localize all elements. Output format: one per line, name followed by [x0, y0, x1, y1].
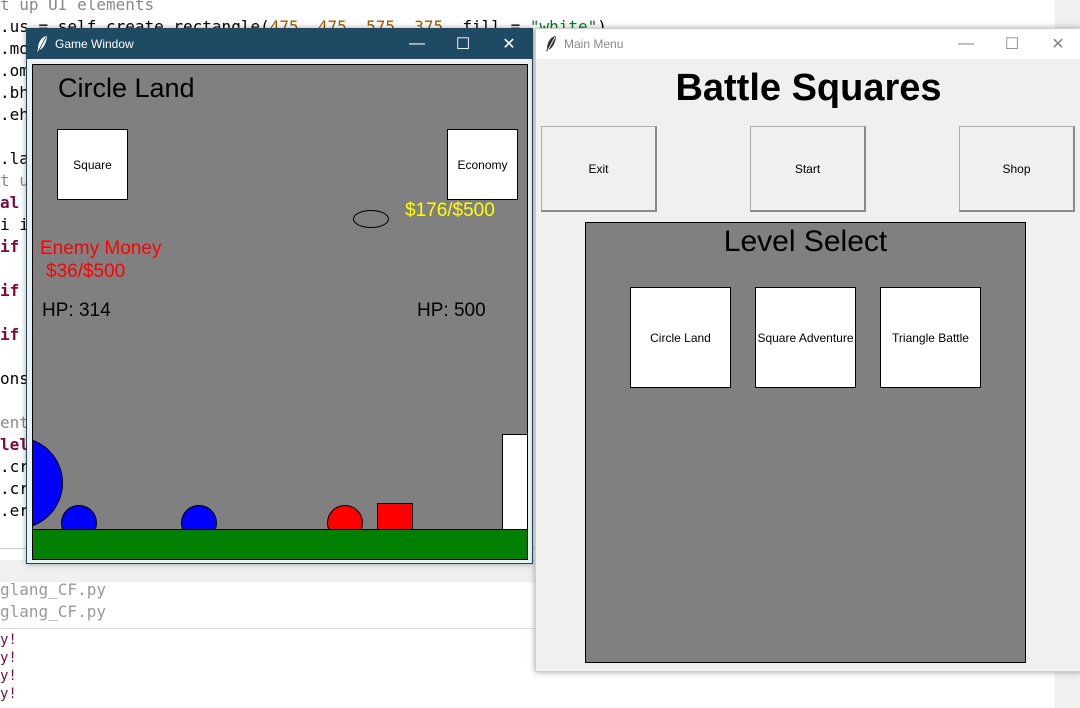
enemy-hp: HP: 314: [42, 300, 111, 321]
level-square-adventure-button[interactable]: Square Adventure: [755, 287, 856, 388]
exit-button[interactable]: Exit: [541, 126, 657, 212]
title-bar[interactable]: Main Menu — ☐ ✕: [536, 29, 1080, 59]
square-button[interactable]: Square: [57, 129, 128, 200]
code-line: .bh: [0, 83, 29, 102]
ground: [33, 529, 527, 559]
close-icon[interactable]: ✕: [486, 29, 532, 59]
shell-line: glang_CF.py: [0, 580, 106, 599]
code-line: if: [0, 325, 20, 344]
code-line: .om: [0, 61, 29, 80]
feather-icon: [546, 36, 556, 52]
maximize-icon[interactable]: ☐: [989, 29, 1035, 59]
shop-button[interactable]: Shop: [959, 126, 1075, 212]
window-title: Game Window: [55, 37, 134, 51]
code-line: if: [0, 281, 20, 300]
code-line: .er: [0, 501, 29, 520]
code-line: t u: [0, 171, 29, 190]
code-line: .la: [0, 149, 29, 168]
player-money: $176/$500: [405, 200, 495, 221]
economy-button[interactable]: Economy: [447, 129, 518, 200]
minimize-icon[interactable]: —: [943, 29, 989, 59]
feather-icon: [37, 36, 47, 52]
shell-output: y!: [0, 632, 17, 648]
code-line: if: [0, 237, 20, 256]
game-heading: Battle Squares: [675, 67, 942, 109]
shell-output: y!: [0, 686, 17, 702]
start-button[interactable]: Start: [750, 126, 866, 212]
code-line: lel: [0, 435, 29, 454]
code-line: ons: [0, 369, 29, 388]
minimize-icon[interactable]: —: [394, 29, 440, 59]
player-base: [502, 434, 527, 535]
shell-output: y!: [0, 650, 17, 666]
game-canvas[interactable]: Circle Land Square Economy $176/$500 Ene…: [32, 64, 528, 560]
code-line: ent: [0, 413, 29, 432]
level-circle-land-button[interactable]: Circle Land: [630, 287, 731, 388]
level-title: Circle Land: [58, 73, 195, 103]
player-hp: HP: 500: [417, 300, 486, 321]
window-title: Main Menu: [564, 37, 624, 51]
game-window: Game Window — ☐ ✕ Circle Land Square Eco…: [26, 28, 533, 564]
close-icon[interactable]: ✕: [1035, 29, 1080, 59]
title-bar[interactable]: Game Window — ☐ ✕: [27, 29, 532, 59]
code-line: i i: [0, 215, 29, 234]
level-select-panel: Level Select Circle Land Square Adventur…: [585, 222, 1026, 663]
code-line: al: [0, 193, 20, 212]
level-triangle-battle-button[interactable]: Triangle Battle: [880, 287, 981, 388]
code-line: .cr: [0, 479, 29, 498]
enemy-money-label: Enemy Money: [40, 238, 162, 259]
enemy-money: $36/$500: [46, 261, 126, 282]
shell-line: glang_CF.py: [0, 602, 106, 621]
shell-output: y!: [0, 668, 17, 684]
enemy-base: [33, 437, 63, 529]
oval-marker: [353, 210, 389, 228]
code-line: t up UI elements: [0, 0, 155, 14]
code-line: .cr: [0, 457, 29, 476]
main-menu-window: Main Menu — ☐ ✕ Battle Squares Exit Star…: [535, 28, 1080, 672]
level-select-title: Level Select: [723, 225, 888, 258]
maximize-icon[interactable]: ☐: [440, 29, 486, 59]
code-line: .mo: [0, 39, 29, 58]
divider: [0, 628, 540, 629]
code-line: .eh: [0, 105, 29, 124]
